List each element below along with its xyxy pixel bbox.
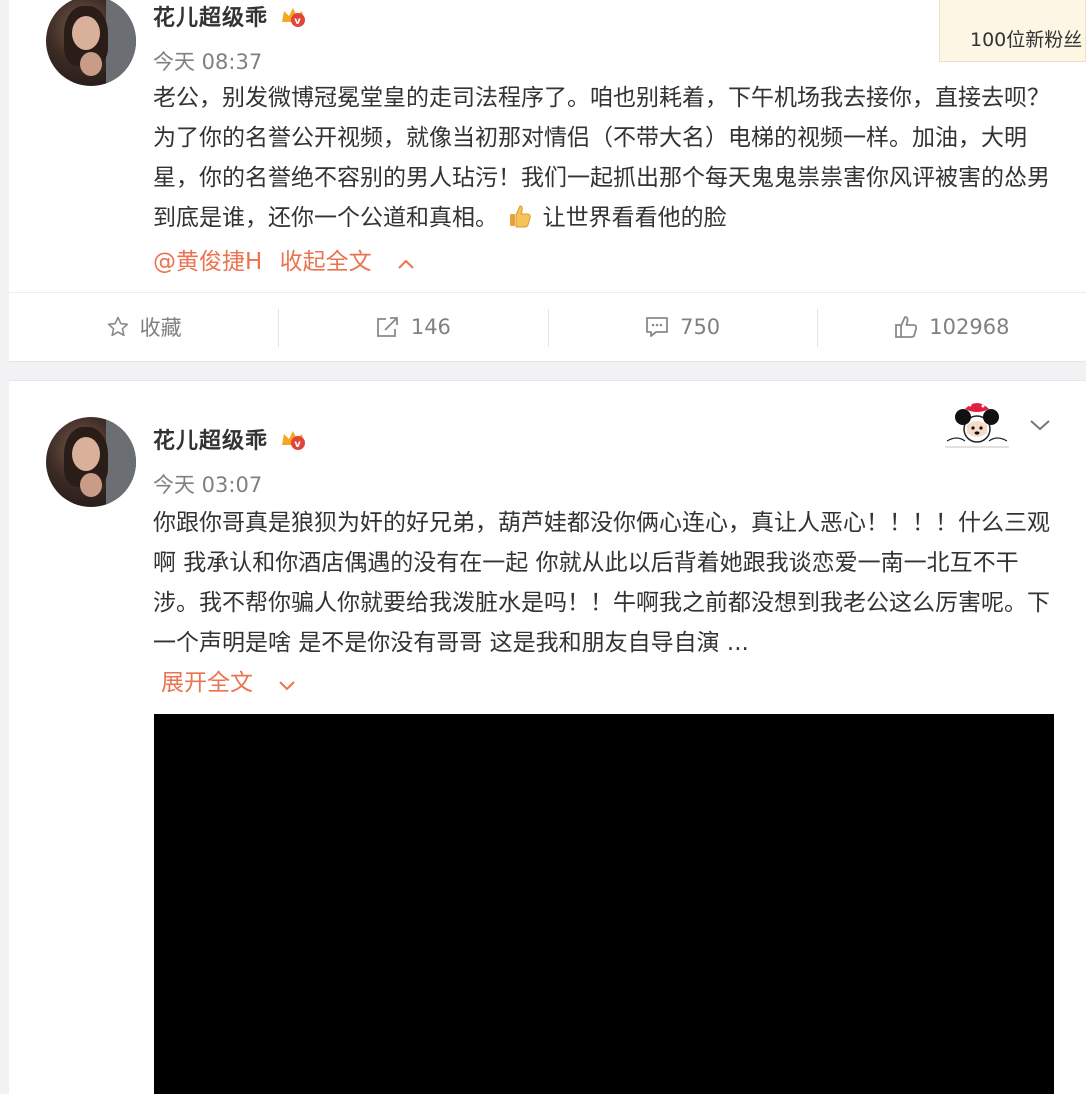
post-text-tail: 让世界看看他的脸	[542, 205, 727, 231]
minnie-mouse-card-decoration-icon	[937, 395, 1017, 451]
comment-button[interactable]: 750	[547, 293, 817, 360]
like-count: 102968	[929, 314, 1010, 339]
post-username[interactable]: 花儿超级乖 v	[153, 0, 306, 32]
user-avatar[interactable]	[46, 417, 136, 507]
expand-text-link[interactable]: 展开全文	[161, 670, 253, 696]
weibo-post-card: 花儿超级乖 v 今天 08:37 老公，别发微博冠冕堂皇的走司法程序了。咱也别耗…	[9, 0, 1086, 362]
repost-count: 146	[410, 314, 451, 339]
chevron-down-icon[interactable]	[278, 664, 296, 704]
post-timestamp[interactable]: 今天 03:07	[153, 469, 262, 499]
collapse-text-link[interactable]: 收起全文	[280, 249, 372, 275]
like-button[interactable]: 102968	[816, 293, 1086, 360]
favorite-label: 收藏	[139, 315, 182, 340]
user-avatar[interactable]	[46, 0, 136, 86]
vip-crown-icon: v	[280, 428, 306, 450]
mention-link[interactable]: @黄俊捷H	[153, 249, 262, 275]
share-icon	[376, 316, 398, 337]
video-player[interactable]	[154, 714, 1054, 1094]
repost-button[interactable]: 146	[278, 293, 547, 360]
weibo-post-card: 花儿超级乖 v 今天 03:07 你跟你哥真是狼狈为奸的好兄弟，葫芦娃都没你俩心…	[9, 380, 1086, 1094]
post-text: 你跟你哥真是狼狈为奸的好兄弟，葫芦娃都没你俩心连心，真让人恶心！！！！什么三观啊…	[153, 510, 1050, 656]
star-icon	[107, 316, 128, 336]
post-body: 老公，别发微博冠冕堂皇的走司法程序了。咱也别耗着，下午机场我去接你，直接去呗？为…	[153, 78, 1058, 283]
thumbs-up-emoji-icon	[507, 202, 533, 242]
post-menu-chevron-down-icon[interactable]	[1029, 417, 1051, 436]
username-link[interactable]: 花儿超级乖	[153, 423, 268, 455]
post-action-bar: 收藏 146 750 102968	[9, 292, 1086, 360]
chevron-up-icon[interactable]	[397, 243, 415, 283]
thumbs-up-icon	[895, 315, 918, 338]
post-timestamp[interactable]: 今天 08:37	[153, 46, 262, 76]
svg-text:v: v	[294, 16, 302, 27]
post-body: 你跟你哥真是狼狈为奸的好兄弟，葫芦娃都没你俩心连心，真让人恶心！！！！什么三观啊…	[153, 503, 1058, 704]
comment-icon	[646, 316, 668, 337]
svg-text:v: v	[294, 439, 302, 450]
vip-crown-icon: v	[280, 5, 306, 27]
favorite-button[interactable]: 收藏	[9, 293, 278, 360]
comment-count: 750	[680, 314, 721, 339]
new-followers-notification[interactable]: 100位新粉丝	[939, 0, 1086, 62]
username-link[interactable]: 花儿超级乖	[153, 0, 268, 32]
post-username[interactable]: 花儿超级乖 v	[153, 423, 306, 455]
